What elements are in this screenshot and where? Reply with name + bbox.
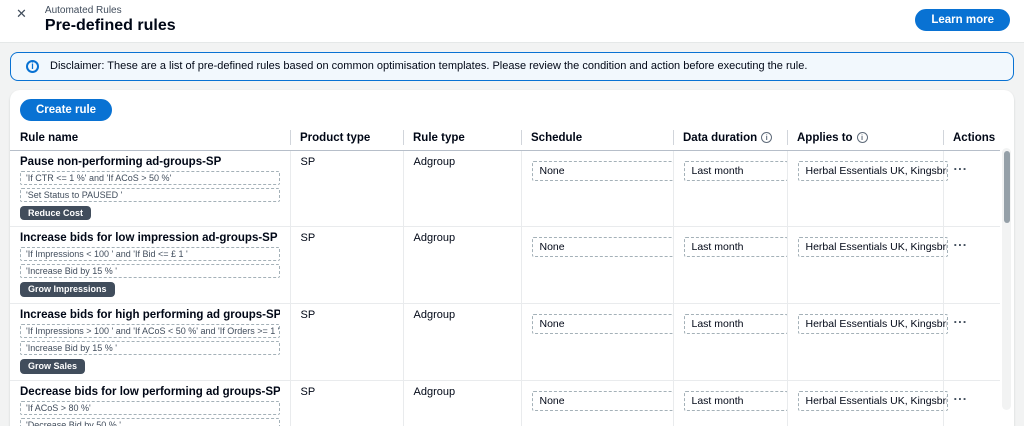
rule-type-cell: Adgroup [402, 380, 521, 426]
product-type-cell: SP [289, 303, 403, 381]
info-icon[interactable]: i [761, 132, 773, 144]
rule-condition: 'If Impressions < 100 ' and 'If Bid <= £… [20, 247, 280, 262]
column-header-rule-name: Rule name [10, 128, 290, 151]
create-rule-button[interactable]: Create rule [20, 98, 113, 121]
table-row: Increase bids for high performing ad gro… [10, 303, 1000, 381]
row-actions-menu-button[interactable]: ... [954, 159, 968, 172]
column-header-data-duration: Data duration i [673, 128, 787, 151]
data-duration-field[interactable]: Last month [683, 390, 788, 411]
rule-name: Decrease bids for low performing ad grou… [20, 385, 280, 398]
applies-to-field[interactable]: Herbal Essentials UK, KingsbridgeCh... [797, 314, 948, 335]
table-scrollbar[interactable] [1002, 147, 1011, 410]
info-icon: i [26, 59, 39, 73]
data-duration-field[interactable]: Last month [683, 237, 788, 258]
schedule-field[interactable]: None [531, 390, 674, 411]
data-duration-field[interactable]: Last month [683, 314, 788, 335]
page-title: Pre-defined rules [44, 17, 176, 34]
row-actions-menu-button[interactable]: ... [954, 235, 968, 248]
rule-name: Increase bids for high performing ad gro… [20, 309, 280, 322]
rule-action: 'Increase Bid by 15 % ' [20, 341, 280, 356]
rule-goal-badge: Reduce Cost [20, 205, 92, 221]
breadcrumb: Automated Rules [44, 5, 122, 16]
rules-panel: Create rule Rule name Product type Rule … [10, 89, 1014, 426]
close-icon[interactable]: ✕ [16, 7, 27, 20]
column-header-actions: Actions [943, 128, 1000, 151]
column-header-schedule: Schedule [521, 128, 673, 151]
product-type-cell: SP [289, 380, 403, 426]
row-actions-menu-button[interactable]: ... [954, 312, 968, 325]
schedule-field[interactable]: None [531, 237, 674, 258]
rule-name: Pause non-performing ad-groups-SP [20, 155, 222, 168]
applies-to-field[interactable]: Herbal Essentials UK, KingsbridgeCh... [797, 237, 948, 258]
table-row: Increase bids for low impression ad-grou… [10, 226, 1000, 305]
rule-action: 'Set Status to PAUSED ' [20, 187, 280, 202]
data-duration-field[interactable]: Last month [683, 160, 788, 181]
page-header: ✕ Automated Rules Pre-defined rules Lear… [0, 0, 1024, 43]
rule-goal-badge: Grow Impressions [20, 282, 115, 298]
disclaimer-text: Disclaimer: These are a list of pre-defi… [50, 60, 808, 73]
column-header-product-type: Product type [290, 128, 403, 151]
column-header-rule-type: Rule type [403, 128, 521, 151]
rule-type-cell: Adgroup [402, 150, 521, 228]
table-row: Decrease bids for low performing ad grou… [10, 380, 1000, 426]
schedule-field[interactable]: None [531, 314, 674, 335]
title-block: Automated Rules Pre-defined rules [45, 5, 176, 35]
applies-to-field[interactable]: Herbal Essentials UK, KingsbridgeCh... [797, 390, 948, 411]
product-type-cell: SP [289, 150, 403, 228]
rule-goal-badge: Grow Sales [20, 359, 86, 374]
page-content: i Disclaimer: These are a list of pre-de… [0, 43, 1024, 426]
table-row: Pause non-performing ad-groups-SP 'If CT… [10, 150, 1000, 228]
column-header-applies-to: Applies to i [787, 128, 943, 151]
disclaimer-banner: i Disclaimer: These are a list of pre-de… [10, 51, 1014, 81]
table-header-row: Rule name Product type Rule type Schedul… [10, 128, 1000, 151]
rule-type-cell: Adgroup [402, 303, 521, 381]
applies-to-field[interactable]: Herbal Essentials UK, KingsbridgeCh... [797, 160, 948, 181]
rule-name: Increase bids for low impression ad-grou… [20, 232, 278, 245]
rules-table: Rule name Product type Rule type Schedul… [10, 128, 1000, 426]
info-icon[interactable]: i [856, 132, 868, 144]
row-actions-menu-button[interactable]: ... [954, 389, 968, 402]
schedule-field[interactable]: None [531, 160, 674, 181]
learn-more-button[interactable]: Learn more [915, 8, 1010, 31]
rule-action: 'Decrease Bid by 50 % ' [20, 417, 280, 426]
product-type-cell: SP [289, 226, 403, 305]
rule-condition: 'If Impressions > 100 ' and 'If ACoS < 5… [20, 324, 280, 339]
rule-type-cell: Adgroup [402, 226, 521, 305]
scrollbar-thumb[interactable] [1003, 150, 1010, 223]
rule-condition: 'If CTR <= 1 %' and 'If ACoS > 50 %' [20, 170, 280, 185]
rule-condition: 'If ACoS > 80 %' [20, 400, 280, 415]
rule-action: 'Increase Bid by 15 % ' [20, 264, 280, 279]
